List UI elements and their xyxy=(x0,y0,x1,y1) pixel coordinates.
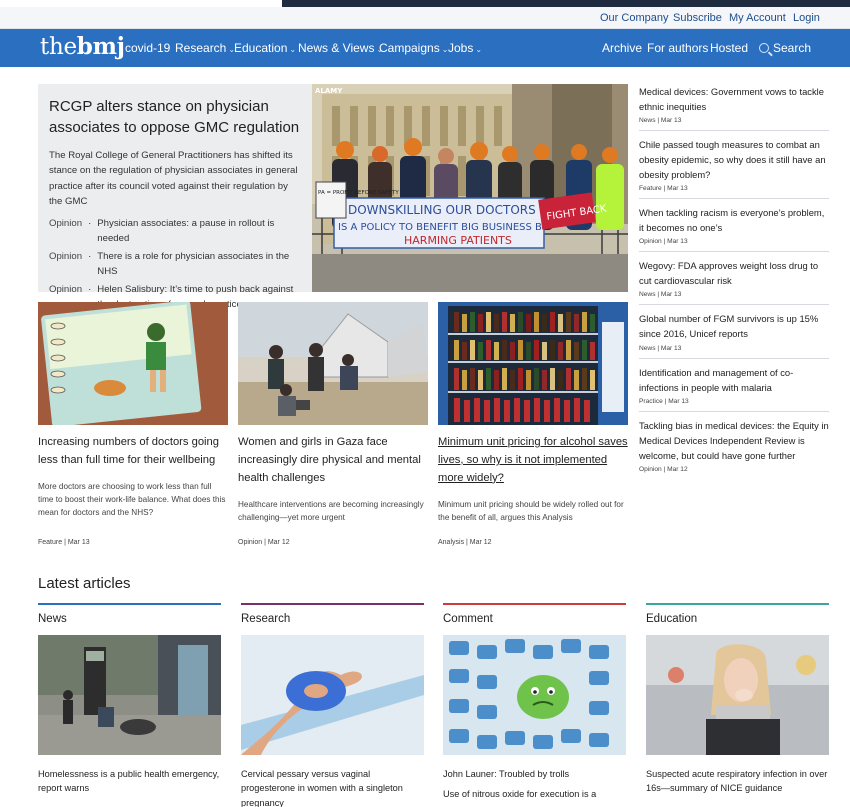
sidebar-item-title[interactable]: Chile passed tough measures to combat an… xyxy=(639,137,829,182)
card-photo[interactable] xyxy=(238,302,428,425)
section-title[interactable]: Education xyxy=(646,613,829,625)
card-photo[interactable] xyxy=(438,302,628,425)
section-rule xyxy=(646,603,829,605)
lead-story[interactable]: RCGP alters stance on physician associat… xyxy=(38,84,312,310)
card-summary: More doctors are choosing to work less t… xyxy=(38,481,226,518)
svg-text:ALAMY: ALAMY xyxy=(315,87,343,95)
feature-card[interactable]: Increasing numbers of doctors going less… xyxy=(38,302,228,546)
lead-headline[interactable]: RCGP alters stance on physician associat… xyxy=(49,96,301,138)
section-title[interactable]: Comment xyxy=(443,613,626,625)
sidebar-item-title[interactable]: Medical devices: Government vows to tack… xyxy=(639,84,829,114)
bmj-logo[interactable]: thebmj xyxy=(40,33,125,60)
utility-bar: Our Company Subscribe My Account Login xyxy=(0,7,850,29)
latest-column-comment: Comment John Launer: Troubled by trolls … xyxy=(443,603,626,802)
nav-news-views[interactable]: News & Views ⌄ xyxy=(298,41,383,55)
svg-text:DOWNSKILLING OUR DOCTORS: DOWNSKILLING OUR DOCTORS xyxy=(348,203,536,217)
page-edge xyxy=(0,0,282,7)
chevron-down-icon: ⌄ xyxy=(475,45,483,54)
nav-jobs[interactable]: Jobs ⌄ xyxy=(448,41,482,55)
card-meta: Analysis | Mar 12 xyxy=(438,539,492,546)
latest-column-news: News Homelessness is a public health eme… xyxy=(38,603,221,796)
svg-text:PA = PROFIT BEFORE SAFETY: PA = PROFIT BEFORE SAFETY xyxy=(318,190,399,196)
article-title[interactable]: Homelessness is a public health emergenc… xyxy=(38,767,221,796)
article-photo[interactable] xyxy=(646,634,829,755)
sidebar-item[interactable]: Identification and management of co-infe… xyxy=(639,365,829,412)
section-title[interactable]: Research xyxy=(241,613,424,625)
sidebar-item[interactable]: Tackling bias in medical devices: the Eq… xyxy=(639,418,829,479)
nav-for-authors[interactable]: For authors xyxy=(647,41,708,55)
sidebar-item-title[interactable]: Identification and management of co-infe… xyxy=(639,365,829,395)
section-rule xyxy=(38,603,221,605)
section-rule xyxy=(443,603,626,605)
sidebar-item[interactable]: Wegovy: FDA approves weight loss drug to… xyxy=(639,258,829,306)
sidebar-item-meta: Practice | Mar 13 xyxy=(639,397,689,405)
card-title[interactable]: Minimum unit pricing for alcohol saves l… xyxy=(438,434,628,488)
sidebar-item-meta: News | Mar 13 xyxy=(639,117,682,125)
related-link[interactable]: Opinion · Physician associates: a pause in… xyxy=(49,217,301,247)
card-title[interactable]: Increasing numbers of doctors going less… xyxy=(38,434,228,470)
svg-text:HARMING PATIENTS: HARMING PATIENTS xyxy=(404,234,512,247)
feature-card[interactable]: Women and girls in Gaza face increasingl… xyxy=(238,302,428,546)
article-title[interactable]: Use of nitrous oxide for execution is a xyxy=(443,787,626,802)
chevron-down-icon: ⌄ xyxy=(289,45,297,54)
sidebar-item-title[interactable]: When tackling racism is everyone’s probl… xyxy=(639,205,829,235)
sidebar-item[interactable]: Global number of FGM survivors is up 15%… xyxy=(639,311,829,359)
article-title[interactable]: John Launer: Troubled by trolls xyxy=(443,767,626,782)
nav-research[interactable]: Research ⌄ xyxy=(175,41,235,55)
card-meta: Feature | Mar 13 xyxy=(38,539,90,546)
lead-photo[interactable]: DOWNSKILLING OUR DOCTORS IS A POLICY TO … xyxy=(312,84,628,292)
section-rule xyxy=(241,603,424,605)
sidebar-item[interactable]: Medical devices: Government vows to tack… xyxy=(639,84,829,132)
card-illustration[interactable] xyxy=(38,302,228,425)
latest-column-education: Education Suspected acute respiratory in… xyxy=(646,603,829,796)
card-title[interactable]: Women and girls in Gaza face increasingl… xyxy=(238,434,428,488)
card-summary: Healthcare interventions are becoming in… xyxy=(238,499,424,522)
news-sidebar: Medical devices: Government vows to tack… xyxy=(639,84,829,485)
nav-education[interactable]: Education ⌄ xyxy=(234,41,296,55)
my-account-link[interactable]: My Account xyxy=(729,12,786,24)
our-company-link[interactable]: Our Company xyxy=(600,12,668,24)
section-title[interactable]: News xyxy=(38,613,221,625)
nav-campaigns[interactable]: Campaigns ⌄ xyxy=(379,41,448,55)
lead-summary: The Royal College of General Practitione… xyxy=(49,150,298,208)
article-photo[interactable] xyxy=(241,634,424,755)
sidebar-item[interactable]: When tackling racism is everyone’s probl… xyxy=(639,205,829,253)
svg-text:IS A POLICY TO BENEFIT BIG BUS: IS A POLICY TO BENEFIT BIG BUSINESS BY xyxy=(338,222,548,233)
nav-archive[interactable]: Archive xyxy=(602,41,642,55)
sidebar-item-title[interactable]: Wegovy: FDA approves weight loss drug to… xyxy=(639,258,829,288)
subscribe-link[interactable]: Subscribe xyxy=(673,12,722,24)
article-photo[interactable] xyxy=(38,634,221,755)
article-title[interactable]: Suspected acute respiratory infection in… xyxy=(646,767,829,796)
sidebar-item-meta: News | Mar 13 xyxy=(639,344,682,352)
card-summary: Minimum unit pricing should be widely ro… xyxy=(438,499,624,522)
login-link[interactable]: Login xyxy=(793,12,820,24)
latest-column-research: Research Cervical pessary versus vaginal… xyxy=(241,603,424,807)
article-illustration[interactable] xyxy=(443,634,626,755)
search-button[interactable]: Search xyxy=(759,41,811,55)
nav-covid19[interactable]: covid-19 xyxy=(125,41,170,55)
window-top-band xyxy=(282,0,850,7)
feature-card[interactable]: Minimum unit pricing for alcohol saves l… xyxy=(438,302,628,546)
sidebar-item[interactable]: Chile passed tough measures to combat an… xyxy=(639,137,829,200)
latest-articles-heading: Latest articles xyxy=(38,575,131,592)
sidebar-item-title[interactable]: Tackling bias in medical devices: the Eq… xyxy=(639,418,829,463)
related-link[interactable]: Opinion · There is a role for physician as… xyxy=(49,250,301,280)
article-title[interactable]: Cervical pessary versus vaginal progeste… xyxy=(241,767,424,807)
main-navigation: thebmj covid-19 Research ⌄ Education ⌄ New… xyxy=(0,29,850,67)
sidebar-item-meta: News | Mar 13 xyxy=(639,291,682,299)
search-icon xyxy=(759,43,769,53)
sidebar-item-meta: Opinion | Mar 12 xyxy=(639,465,688,473)
nav-hosted[interactable]: Hosted xyxy=(710,41,748,55)
sidebar-item-meta: Opinion | Mar 13 xyxy=(639,238,688,246)
sidebar-item-meta: Feature | Mar 13 xyxy=(639,185,688,193)
sidebar-item-title[interactable]: Global number of FGM survivors is up 15%… xyxy=(639,311,829,341)
card-meta: Opinion | Mar 12 xyxy=(238,539,290,546)
